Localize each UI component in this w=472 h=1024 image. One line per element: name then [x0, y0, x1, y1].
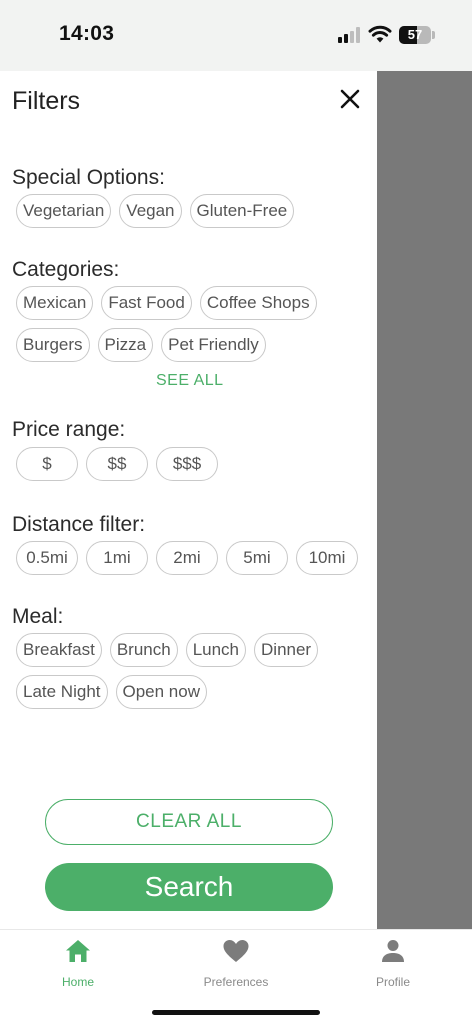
chip-distance-10mi[interactable]: 10mi — [296, 541, 358, 575]
chip-price-2[interactable]: $$ — [86, 447, 148, 481]
cellular-signal-icon — [338, 27, 362, 43]
special-options-chips: Vegetarian Vegan Gluten-Free — [16, 194, 295, 228]
bottom-tab-bar: Home Preferences Profile — [0, 929, 472, 1024]
home-icon — [66, 940, 90, 962]
home-indicator[interactable] — [152, 1010, 320, 1015]
dimmed-overlay[interactable] — [377, 71, 472, 929]
categories-chips-row1: Mexican Fast Food Coffee Shops — [16, 286, 317, 320]
close-icon[interactable] — [337, 86, 363, 112]
distance-chips: 0.5mi 1mi 2mi 5mi 10mi — [16, 541, 358, 575]
price-range-chips: $ $$ $$$ — [16, 447, 218, 481]
tab-preferences-label: Preferences — [203, 975, 269, 989]
chip-price-1[interactable]: $ — [16, 447, 78, 481]
chip-fast-food[interactable]: Fast Food — [101, 286, 192, 320]
chip-distance-0-5mi[interactable]: 0.5mi — [16, 541, 78, 575]
person-icon — [382, 940, 404, 962]
meal-chips-row1: Breakfast Brunch Lunch Dinner — [16, 633, 319, 667]
chip-open-now[interactable]: Open now — [115, 675, 207, 709]
price-range-label: Price range: — [12, 418, 126, 441]
battery-icon: 57 — [399, 26, 431, 44]
heart-icon — [223, 940, 249, 962]
clear-all-button[interactable]: CLEAR ALL — [45, 799, 333, 845]
search-button[interactable]: Search — [45, 863, 333, 911]
chip-pet-friendly[interactable]: Pet Friendly — [161, 328, 266, 362]
tab-home-label: Home — [61, 975, 94, 989]
chip-gluten-free[interactable]: Gluten-Free — [189, 194, 295, 228]
chip-late-night[interactable]: Late Night — [16, 675, 108, 709]
battery-percent: 57 — [407, 27, 423, 42]
chip-mexican[interactable]: Mexican — [16, 286, 94, 320]
chip-distance-1mi[interactable]: 1mi — [86, 541, 148, 575]
chip-price-3[interactable]: $$$ — [156, 447, 218, 481]
status-bar: 14:03 57 — [0, 0, 472, 71]
filters-panel: Filters Special Options: Vegetarian Vega… — [0, 71, 377, 929]
chip-pizza[interactable]: Pizza — [97, 328, 154, 362]
tab-home[interactable]: Home — [23, 938, 133, 989]
tab-profile-label: Profile — [375, 975, 410, 989]
distance-filter-label: Distance filter: — [12, 513, 146, 536]
categories-chips-row2: Burgers Pizza Pet Friendly — [16, 328, 266, 362]
page-title: Filters — [12, 87, 81, 115]
status-time: 14:03 — [59, 22, 115, 45]
meal-label: Meal: — [12, 605, 64, 628]
chip-breakfast[interactable]: Breakfast — [16, 633, 102, 667]
wifi-icon — [368, 25, 392, 43]
chip-lunch[interactable]: Lunch — [185, 633, 247, 667]
battery-tip — [432, 31, 435, 39]
chip-coffee-shops[interactable]: Coffee Shops — [199, 286, 317, 320]
chip-vegan[interactable]: Vegan — [119, 194, 182, 228]
chip-vegetarian[interactable]: Vegetarian — [16, 194, 112, 228]
chip-distance-5mi[interactable]: 5mi — [226, 541, 288, 575]
chip-brunch[interactable]: Brunch — [109, 633, 178, 667]
see-all-link[interactable]: SEE ALL — [156, 372, 224, 390]
tab-preferences[interactable]: Preferences — [181, 938, 291, 989]
categories-label: Categories: — [12, 258, 120, 281]
meal-chips-row2: Late Night Open now — [16, 675, 207, 709]
special-options-label: Special Options: — [12, 166, 165, 189]
tab-profile[interactable]: Profile — [338, 938, 448, 989]
chip-burgers[interactable]: Burgers — [16, 328, 90, 362]
chip-distance-2mi[interactable]: 2mi — [156, 541, 218, 575]
chip-dinner[interactable]: Dinner — [254, 633, 319, 667]
